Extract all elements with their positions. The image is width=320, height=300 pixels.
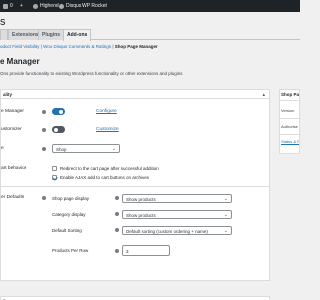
mode-select-value: Shop <box>56 147 67 152</box>
divider <box>280 100 299 101</box>
help-icon[interactable] <box>115 228 119 232</box>
admin-bar: 0 + Highend Disqus WP Rocket <box>0 0 300 12</box>
plus-icon: + <box>20 3 23 9</box>
divider <box>1 186 269 187</box>
category-display-select[interactable]: Show products ⌄ <box>122 210 232 219</box>
mode-label: e <box>1 146 4 151</box>
customizer-toggle[interactable] <box>52 126 65 133</box>
ajax-add-to-cart-checkbox[interactable] <box>52 175 57 180</box>
divider <box>280 134 299 135</box>
cart-behavior-label: art behavior <box>1 166 27 171</box>
help-icon[interactable] <box>115 212 119 216</box>
home-icon <box>33 3 38 9</box>
help-icon[interactable] <box>42 196 46 200</box>
comment-icon <box>3 3 8 9</box>
subnav-product-field-visibility[interactable]: oduct Field Visibility <box>0 44 39 49</box>
site-name: Highend <box>40 3 59 9</box>
subnav: oduct Field Visibility | Woo Disqus Comm… <box>0 44 158 49</box>
help-icon[interactable] <box>42 147 46 151</box>
tab-general[interactable] <box>0 29 8 40</box>
tab-add-ons[interactable]: Add-ons <box>63 29 92 41</box>
mode-select[interactable]: Shop ⌄ <box>52 144 120 153</box>
category-display-label: Category display <box>52 212 86 217</box>
section-title: e Manager <box>0 57 40 66</box>
default-sorting-select[interactable]: Default sorting (custom ordering + name)… <box>122 226 232 235</box>
shop-page-display-value: Show products <box>126 197 156 202</box>
sidebar-author-label: Authorise <box>281 124 298 129</box>
comments-count: 0 <box>10 3 13 9</box>
ajax-add-to-cart-label: Enable AJAX add to cart buttons on archi… <box>60 175 150 180</box>
help-icon[interactable] <box>115 249 119 253</box>
customize-link[interactable]: Customize <box>96 127 119 132</box>
toggle-knob <box>54 127 58 132</box>
redirect-to-cart-checkbox[interactable] <box>52 166 57 171</box>
sidebar-version-label: Version <box>281 108 295 113</box>
secondary-panel[interactable]: n <box>0 296 270 300</box>
status-link[interactable]: Status & F <box>281 139 299 144</box>
admin-bar-site[interactable]: Highend <box>33 3 59 9</box>
manager-label: e Manager <box>1 109 24 114</box>
chevron-down-icon: ⌄ <box>223 196 228 202</box>
chevron-down-icon: ⌄ <box>223 212 228 218</box>
toggle-knob <box>59 109 63 114</box>
admin-bar-comments[interactable]: 0 <box>3 3 13 9</box>
admin-bar-disqus[interactable]: Disqus <box>59 3 81 9</box>
disqus-icon <box>59 3 64 9</box>
tab-plugins[interactable]: Plugins <box>38 29 65 40</box>
customizer-label: ustomizer <box>1 127 22 132</box>
shop-page-display-label: Shop page display <box>52 196 90 201</box>
sidebar-info-box: Shop Pa Version Authorise Status & F <box>279 89 300 154</box>
chevron-up-icon[interactable]: ▴ <box>262 92 265 98</box>
sidebar-heading: Shop Pa <box>281 92 300 97</box>
wp-rocket-label: WP Rocket <box>82 3 107 9</box>
disqus-label: Disqus <box>66 3 82 9</box>
functionality-panel: ality ▴ e Manager Configure ustomizer Cu… <box>0 89 270 281</box>
page-title: s <box>0 16 6 28</box>
divider <box>280 118 299 119</box>
shop-page-display-select[interactable]: Show products ⌄ <box>122 194 232 203</box>
chevron-down-icon: ⌄ <box>111 146 116 152</box>
subnav-woo-disqus[interactable]: Woo Disqus Comments & Ratings <box>43 44 111 49</box>
category-display-value: Show products <box>126 213 156 218</box>
default-sorting-value: Default sorting (custom ordering + name) <box>126 229 208 234</box>
panel-heading: ality <box>3 92 13 97</box>
section-description: Ons provide functionality to existing Wo… <box>0 71 183 76</box>
products-per-row-label: Products Per Row <box>52 248 89 253</box>
help-icon[interactable] <box>42 110 46 114</box>
admin-bar-wp-rocket[interactable]: WP Rocket <box>82 3 107 9</box>
panel-header[interactable]: ality ▴ <box>1 90 269 99</box>
chevron-down-icon: ⌄ <box>223 228 228 234</box>
admin-bar-new[interactable]: + <box>20 3 23 9</box>
help-icon[interactable] <box>115 196 119 200</box>
products-per-row-input[interactable]: 3 <box>122 245 170 256</box>
configure-link[interactable]: Configure <box>96 109 117 114</box>
subnav-shop-page-manager[interactable]: Shop Page Manager <box>115 44 158 49</box>
default-sorting-label: Default Sorting <box>52 228 82 233</box>
settings-tabs: Extensions Plugins Add-ons <box>0 29 300 41</box>
help-icon[interactable] <box>42 128 46 132</box>
defaults-label: er Defaults <box>1 195 25 200</box>
manager-toggle[interactable] <box>52 108 65 115</box>
redirect-to-cart-label: Redirect to the cart page after successf… <box>60 166 159 171</box>
